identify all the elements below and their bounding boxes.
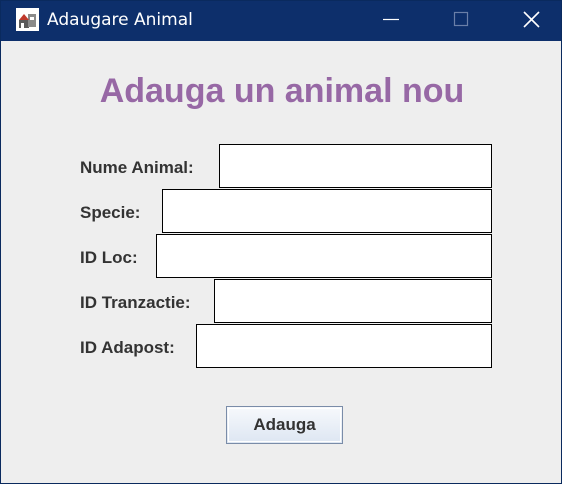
close-button[interactable] [499,1,561,41]
adauga-button-label: Adauga [253,415,316,434]
label-nume-animal: Nume Animal: [80,158,194,177]
dialog-window: Adaugare Animal Adauga un animal nou Num… [0,0,562,484]
minimize-icon [383,18,399,21]
nume-animal-input[interactable] [219,144,492,188]
id-adapost-input[interactable] [196,324,492,368]
id-tranzactie-input[interactable] [214,279,492,323]
label-specie: Specie: [80,203,141,222]
maximize-button[interactable] [428,1,492,41]
id-loc-input[interactable] [156,234,492,278]
maximize-icon [453,11,469,27]
form-heading: Adauga un animal nou [99,72,465,110]
close-icon [523,11,540,28]
specie-input[interactable] [162,189,492,233]
form-panel: Adauga un animal nou Nume Animal: Specie… [1,41,561,483]
title-bar[interactable]: Adaugare Animal [1,1,561,41]
minimize-button[interactable] [359,1,423,41]
label-id-loc: ID Loc: [80,248,138,267]
adauga-button[interactable]: Adauga [226,406,343,444]
label-id-tranzactie: ID Tranzactie: [80,293,191,312]
app-icon [16,8,39,31]
window-title: Adaugare Animal [47,10,193,30]
label-id-adapost: ID Adapost: [80,338,175,357]
